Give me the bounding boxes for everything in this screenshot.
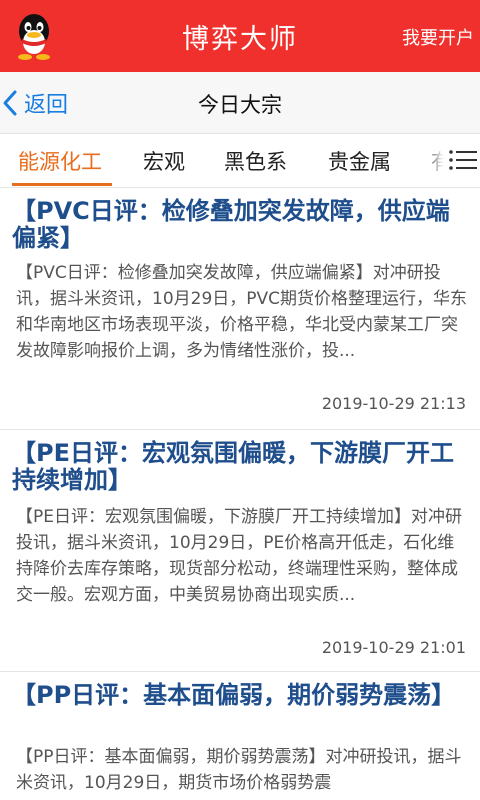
article-summary: 【PE日评：宏观氛围偏暖，下游膜厂开工持续增加】对冲研投讯，据斗米资讯，10月2… — [16, 507, 462, 605]
menu-icon — [449, 150, 477, 170]
tab-ferrous[interactable]: 黑色系 — [224, 146, 287, 176]
list-item[interactable]: 【PVC日评：检修叠加突发故障，供应端偏紧】 【PVC日评：检修叠加突发故障，供… — [0, 188, 480, 430]
page-title: 今日大宗 — [198, 93, 282, 117]
active-tab-indicator — [12, 183, 112, 186]
tab-energy-chemical[interactable]: 能源化工 — [18, 146, 102, 176]
article-summary: 【PP日评：基本面偏弱，期价弱势震荡】对冲研投讯，据斗米资讯，10月29日，期货… — [16, 747, 462, 793]
tab-scroll-fade — [422, 134, 444, 187]
article-timestamp: 2019-10-29 21:01 — [321, 638, 466, 657]
tab-macro[interactable]: 宏观 — [143, 146, 185, 176]
navigation-bar: 返回 今日大宗 — [0, 72, 480, 134]
list-item[interactable]: 【PP日评：基本面偏弱，期价弱势震荡】 【PP日评：基本面偏弱，期价弱势震荡】对… — [0, 672, 480, 800]
article-summary: 【PVC日评：检修叠加突发故障，供应端偏紧】对冲研投讯，据斗米资讯，10月29日… — [16, 263, 468, 361]
category-tabs: 能源化工 宏观 黑色系 贵金属 有 — [0, 134, 480, 188]
article-headline[interactable]: 【PE日评：宏观氛围偏暖，下游膜厂开工持续增加】 — [12, 440, 472, 494]
article-timestamp: 2019-10-29 21:13 — [321, 394, 466, 413]
article-headline[interactable]: 【PP日评：基本面偏弱，期价弱势震荡】 — [12, 682, 472, 709]
open-account-link[interactable]: 我要开户 — [402, 24, 480, 50]
app-header: 博弈大师 我要开户 — [0, 0, 480, 72]
list-item[interactable]: 【PE日评：宏观氛围偏暖，下游膜厂开工持续增加】 【PE日评：宏观氛围偏暖，下游… — [0, 430, 480, 672]
tab-precious-metals[interactable]: 贵金属 — [328, 146, 391, 176]
tab-menu-button[interactable] — [444, 142, 480, 180]
article-headline[interactable]: 【PVC日评：检修叠加突发故障，供应端偏紧】 — [12, 198, 472, 252]
